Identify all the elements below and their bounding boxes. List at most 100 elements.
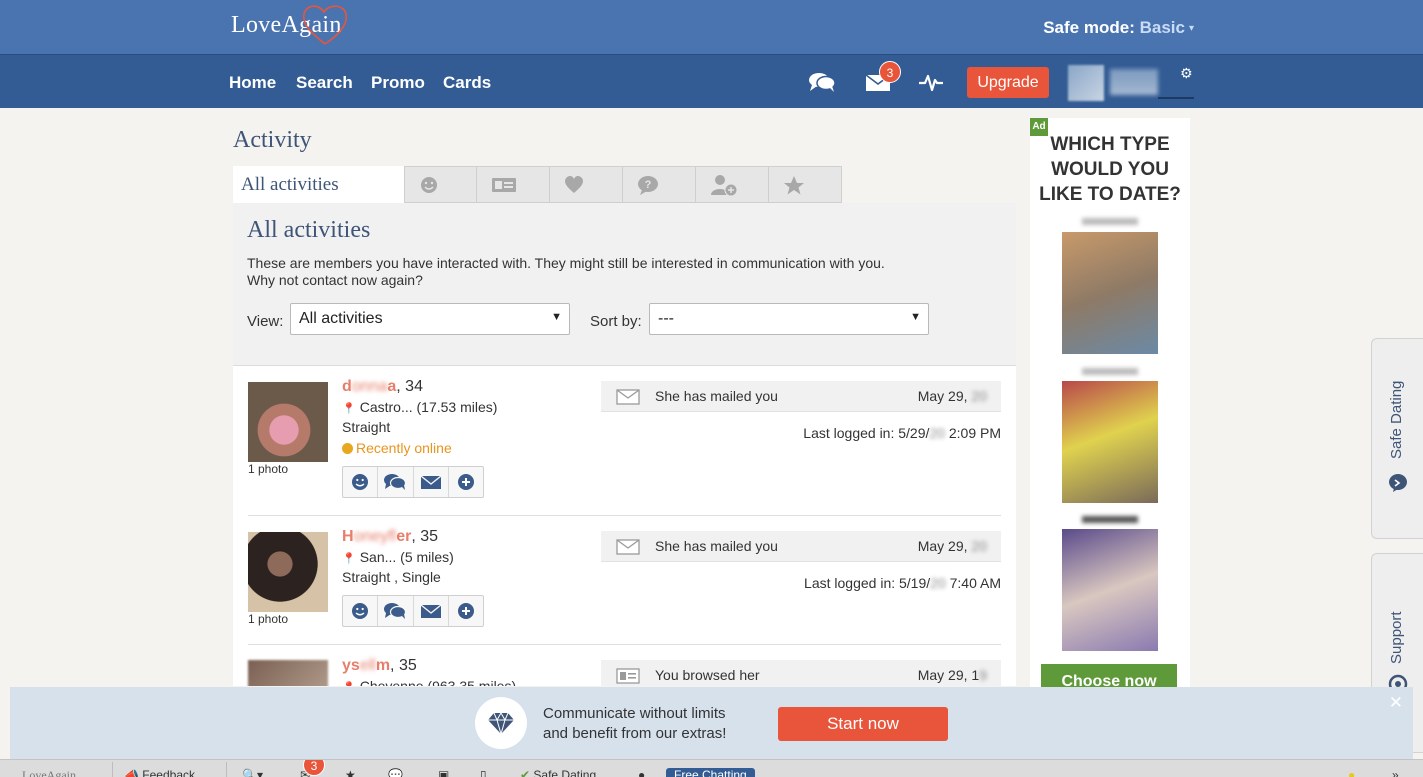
user-avatar[interactable] — [1068, 65, 1104, 101]
toolbar-bulb-icon[interactable]: ● — [1348, 768, 1355, 777]
location-pin-icon: 📍 — [342, 553, 356, 565]
smiley-icon — [421, 176, 437, 193]
member-photo[interactable] — [248, 660, 328, 686]
question-bubble-icon: ? — [638, 175, 658, 195]
envelope-icon — [616, 389, 640, 405]
online-dot-icon — [342, 443, 353, 454]
sort-select-value: --- — [658, 310, 674, 327]
promo-line-1: Communicate without limits — [543, 705, 726, 722]
safe-mode-value: Basic — [1139, 18, 1185, 37]
safe-mode-selector[interactable]: Safe mode: Basic ▾ — [1043, 18, 1194, 38]
checkmark-icon: ✔ — [520, 768, 531, 777]
more-button[interactable] — [449, 467, 483, 497]
member-actions — [342, 466, 484, 498]
activity-pulse-icon[interactable] — [917, 71, 945, 93]
toolbar-user-icon[interactable]: ● — [638, 768, 645, 777]
add-user-icon — [711, 174, 738, 196]
tab-smiles[interactable] — [404, 166, 477, 203]
user-name-blurred[interactable] — [1110, 69, 1158, 95]
chat-button[interactable] — [378, 596, 414, 626]
mail-icon — [420, 475, 442, 489]
caret-down-icon: ▾ — [1188, 23, 1194, 35]
nav-cards[interactable]: Cards — [443, 73, 491, 93]
toolbar-phone-icon[interactable]: ▯ — [480, 768, 487, 777]
nav-promo[interactable]: Promo — [371, 73, 425, 93]
toolbar-chat-icon[interactable]: 💬 — [388, 768, 403, 777]
tab-all-activities[interactable]: All activities — [233, 166, 404, 203]
tab-profile-views[interactable] — [477, 166, 550, 203]
feedback-button[interactable]: 📣 Feedback — [124, 768, 195, 777]
smiley-icon — [352, 474, 369, 490]
toolbar-safe-dating[interactable]: ✔ Safe Dating — [520, 768, 596, 777]
sort-select[interactable]: --- ▼ — [649, 303, 929, 335]
ad-title: WHICH TYPE WOULD YOU LIKE TO DATE? — [1039, 134, 1181, 205]
chat-icon[interactable] — [808, 71, 836, 93]
toolbar-search-icon[interactable]: 🔍▾ — [242, 768, 263, 777]
list-item: 1 photo donnaa, 34 📍 Castro... (17.53 mil… — [248, 366, 1001, 516]
activity-tabs: All activities ? — [233, 166, 842, 203]
chat-icon — [384, 603, 407, 619]
promo-bar: Communicate without limits and benefit f… — [10, 687, 1413, 759]
toolbar-id-icon[interactable]: ▣ — [438, 768, 449, 777]
send-smile-button[interactable] — [343, 596, 379, 626]
activity-text: She has mailed you — [655, 538, 778, 554]
plus-circle-icon — [457, 603, 474, 619]
member-name[interactable]: donnaa, 34 — [342, 378, 423, 396]
promo-line-2: and benefit from our extras! — [543, 725, 727, 742]
tab-all-activities-label: All activities — [241, 173, 339, 195]
view-select-value: All activities — [299, 310, 383, 327]
toolbar-star-icon[interactable]: ★ — [345, 768, 356, 777]
activity-text: You browsed her — [655, 667, 760, 683]
megaphone-icon: 📣 — [124, 768, 139, 777]
toolbar-logo[interactable]: LoveAgain — [22, 768, 76, 777]
ad-image[interactable] — [1062, 381, 1158, 503]
panel-description-line-2: Why not contact now again? — [247, 272, 423, 288]
toolbar-expand-icon[interactable]: » — [1392, 768, 1399, 777]
main-nav: Home Search Promo Cards 3 Upgrade ⚙ — [0, 54, 1423, 108]
more-button[interactable] — [449, 596, 483, 626]
ad-image[interactable] — [1062, 232, 1158, 354]
activity-entry: She has mailed you May 29, 20 — [601, 381, 1001, 412]
member-location: 📍Cheyenne (963.35 miles) — [342, 678, 516, 686]
toolbar-badge: 3 — [303, 760, 325, 776]
member-name[interactable]: ysellm, 35 — [342, 657, 417, 675]
tab-likes[interactable] — [550, 166, 623, 203]
toolbar-divider — [112, 762, 113, 777]
activity-entry: You browsed her May 29, 19 — [601, 660, 1001, 686]
start-now-button[interactable]: Start now — [778, 707, 948, 741]
member-name[interactable]: Honeyfler, 35 — [342, 528, 438, 546]
mail-button[interactable] — [414, 596, 449, 626]
envelope-icon — [616, 539, 640, 555]
ad-image[interactable] — [1062, 529, 1158, 651]
safe-dating-tab[interactable]: Safe Dating — [1371, 338, 1423, 539]
nav-search[interactable]: Search — [296, 73, 353, 93]
member-photo[interactable] — [248, 382, 328, 462]
mail-button[interactable] — [414, 467, 449, 497]
member-location: 📍 Castro... (17.53 miles) — [342, 399, 498, 415]
promo-text: Communicate without limits and benefit f… — [543, 704, 726, 744]
free-chatting-button[interactable]: Free Chatting — [666, 768, 755, 777]
ad-banner[interactable]: Ad WHICH TYPE WOULD YOU LIKE TO DATE? Ch… — [1030, 118, 1190, 694]
nav-home[interactable]: Home — [229, 73, 276, 93]
tab-friends[interactable] — [696, 166, 769, 203]
member-orientation: Straight , Single — [342, 569, 441, 585]
tab-questions[interactable]: ? — [623, 166, 696, 203]
user-menu-underline — [1158, 97, 1194, 99]
activity-entry: She has mailed you May 29, 20 — [601, 531, 1001, 562]
list-item: ysellm, 35 📍Cheyenne (963.35 miles) You … — [248, 645, 1001, 686]
safe-mode-label: Safe mode: — [1043, 18, 1135, 37]
online-status: Recently online — [342, 440, 452, 456]
upgrade-button[interactable]: Upgrade — [967, 67, 1049, 98]
panel-description-line-1: These are members you have interacted wi… — [247, 255, 885, 271]
tab-favorites[interactable] — [769, 166, 842, 203]
view-select[interactable]: All activities ▼ — [290, 303, 570, 335]
panel-heading: All activities — [247, 217, 371, 243]
gear-icon[interactable]: ⚙ — [1180, 65, 1193, 82]
member-orientation: Straight — [342, 419, 391, 435]
close-icon[interactable]: ✕ — [1389, 693, 1403, 713]
member-photo[interactable] — [248, 532, 328, 612]
chat-button[interactable] — [378, 467, 414, 497]
mail-count-badge: 3 — [879, 61, 901, 83]
send-smile-button[interactable] — [343, 467, 379, 497]
svg-text:?: ? — [645, 179, 652, 191]
